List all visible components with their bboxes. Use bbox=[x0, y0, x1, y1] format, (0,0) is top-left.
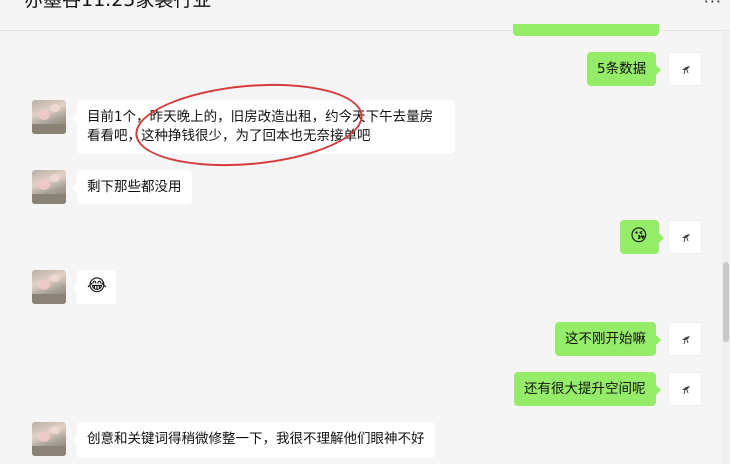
message-bubble-incoming[interactable]: 创意和关键词得稍微修整一下，我很不理解他们眼神不好 bbox=[72, 422, 435, 458]
message-text: 创意和关键词得稍微修整一下，我很不理解他们眼神不好 bbox=[87, 431, 425, 447]
kiss-emoji-icon: 😘 bbox=[630, 226, 648, 246]
avatar[interactable] bbox=[668, 322, 702, 356]
more-options-icon[interactable]: ··· bbox=[704, 0, 722, 10]
avatar[interactable] bbox=[32, 422, 66, 456]
message-bubble-outgoing[interactable]: 还有很大提升空间呢 bbox=[514, 372, 660, 406]
message-text: 剩下那些都没用 bbox=[87, 179, 182, 195]
bird-icon bbox=[682, 336, 690, 345]
bird-icon bbox=[682, 234, 690, 243]
message-text-line: 看看吧，这种挣钱很少，为了回本也无奈接单吧 bbox=[87, 128, 371, 144]
message-bubble-outgoing[interactable]: 😘 bbox=[620, 220, 664, 254]
scrollbar-thumb[interactable] bbox=[723, 262, 729, 342]
message-text-line: 目前1个，昨天晚上的，旧房改造出租，约今天下午去量房 bbox=[87, 109, 434, 125]
message-text: 还有很大提升空间呢 bbox=[524, 381, 646, 397]
message-text: 这不刚开始嘛 bbox=[565, 331, 646, 347]
avatar[interactable] bbox=[668, 372, 702, 406]
avatar[interactable] bbox=[32, 170, 66, 204]
message-bubble-outgoing[interactable]: 5条数据 bbox=[587, 52, 662, 86]
avatar[interactable] bbox=[668, 52, 702, 86]
message-bubble-outgoing[interactable]: 这不刚开始嘛 bbox=[555, 322, 661, 356]
avatar[interactable] bbox=[32, 270, 66, 304]
message-bubble-incoming[interactable]: 剩下那些都没用 bbox=[72, 170, 192, 204]
chat-title: 亦墨谷11.25家装行业 bbox=[24, 0, 212, 11]
scrollbar[interactable] bbox=[722, 31, 730, 464]
message-bubble-incoming[interactable]: 😂 bbox=[72, 270, 116, 304]
partial-message-bubble bbox=[513, 24, 659, 36]
avatar[interactable] bbox=[668, 220, 702, 254]
message-text: 5条数据 bbox=[597, 61, 647, 77]
message-bubble-incoming[interactable]: 目前1个，昨天晚上的，旧房改造出租，约今天下午去量房 看看吧，这种挣钱很少，为了… bbox=[72, 100, 455, 154]
bird-icon bbox=[682, 386, 690, 395]
bird-icon bbox=[682, 66, 690, 75]
avatar[interactable] bbox=[32, 100, 66, 134]
laughing-emoji-icon: 😂 bbox=[87, 276, 107, 296]
